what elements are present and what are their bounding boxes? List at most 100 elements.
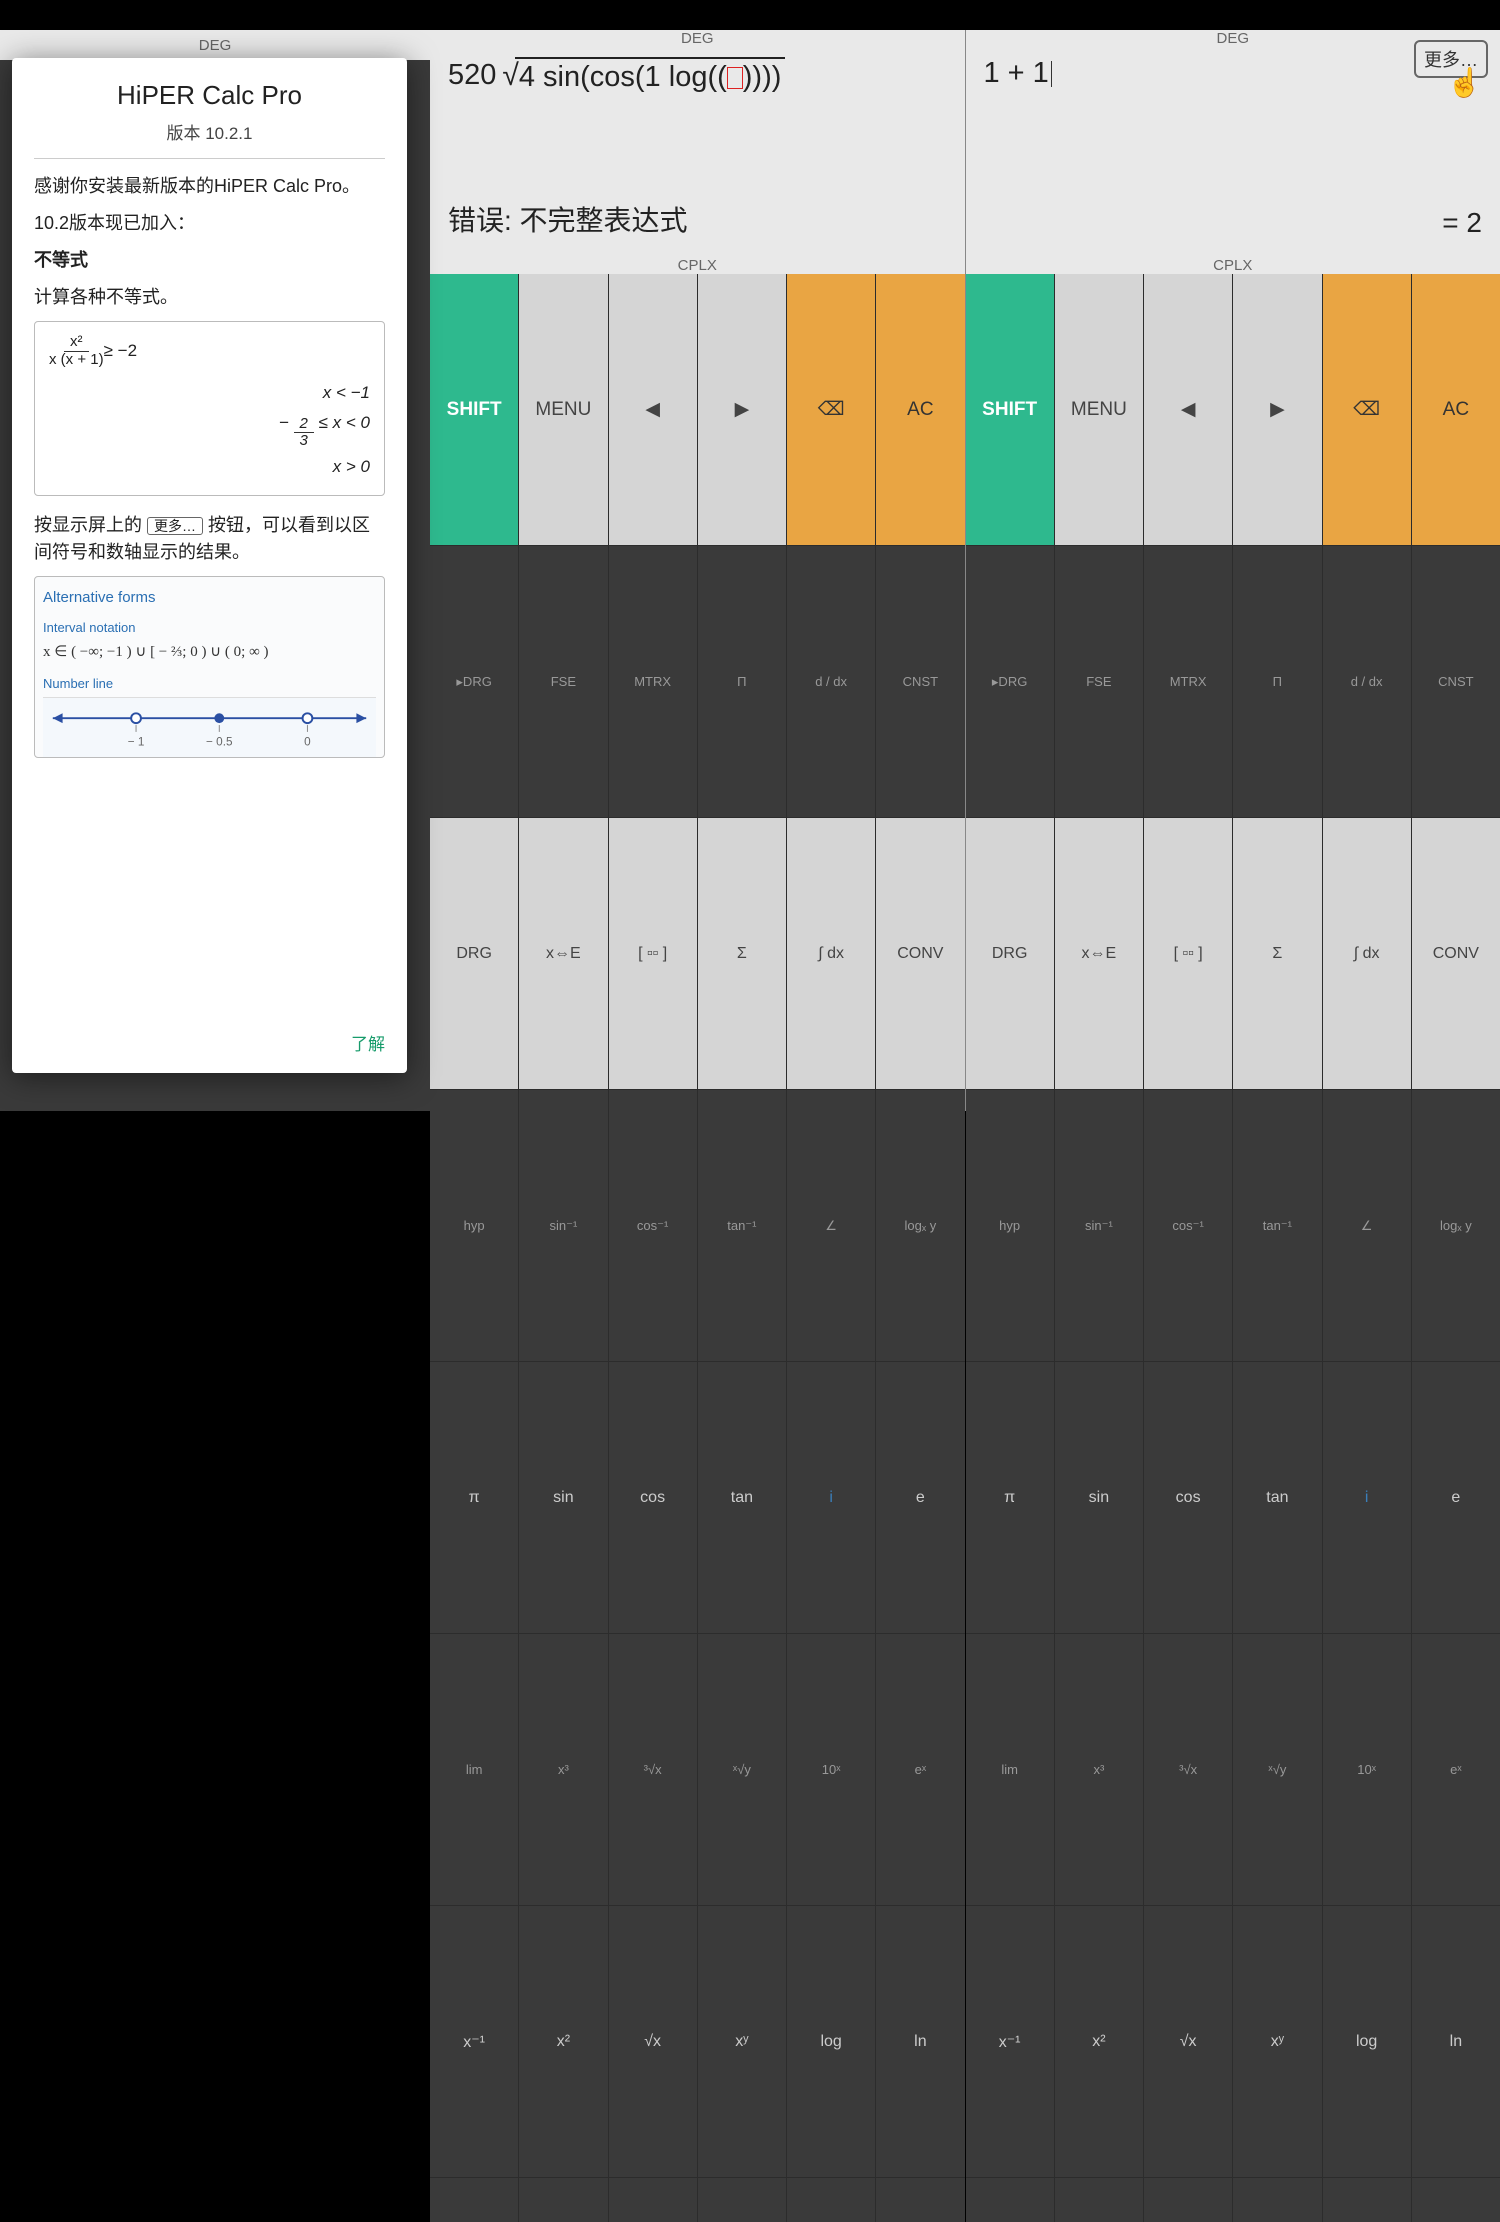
r2-btn-0[interactable]: DRG [966, 818, 1054, 1089]
display-a[interactable]: 520 √ 4 sin(cos(1 log(()))) [430, 47, 965, 167]
r2-btn-2[interactable]: [ ▫▫ ] [1144, 818, 1232, 1089]
dialog-ok-button[interactable]: 了解 [351, 1035, 385, 1054]
expr-prefix: 520 [448, 59, 496, 92]
r3-btn-0[interactable]: π [430, 1362, 518, 1633]
r3-hint-5: logₓ y [876, 1090, 964, 1361]
status-deg-left-bg: DEG [0, 30, 430, 60]
inequality-example: x² x (x + 1) ≥ −2 x < −1 − 23 ≤ x < 0 x … [34, 321, 385, 496]
r5-hint-2: Y [609, 2178, 697, 2222]
alt-sub2: Number line [43, 674, 376, 694]
r4-hint-2: ³√x [609, 1634, 697, 1905]
r3-btn-2[interactable]: cos [1144, 1362, 1232, 1633]
r3-hint-4: ∠ [787, 1090, 875, 1361]
r4-btn-0[interactable]: x⁻¹ [430, 1906, 518, 2177]
r4-btn-5[interactable]: ln [1412, 1906, 1500, 2177]
r5-hint-4: M+ [787, 2178, 875, 2222]
expression-a: 520 √ 4 sin(cos(1 log(()))) [448, 57, 947, 94]
r3-btn-3[interactable]: tan [1233, 1362, 1321, 1633]
cursor-left-button[interactable]: ◀ [1144, 274, 1232, 545]
r3-btn-1[interactable]: sin [1055, 1362, 1143, 1633]
r5-hint-0: STAT [966, 2178, 1054, 2222]
ac-button[interactable]: AC [1412, 274, 1500, 545]
cplx-b: CPLX [966, 257, 1500, 274]
cursor-right-button[interactable]: ▶ [1233, 274, 1321, 545]
delete-button[interactable]: ⌫ [1323, 274, 1411, 545]
r3-hint-4: ∠ [1323, 1090, 1411, 1361]
r3-btn-0[interactable]: π [966, 1362, 1054, 1633]
r3-btn-4[interactable]: i [1323, 1362, 1411, 1633]
result-value-b: = 2 [1442, 207, 1482, 239]
alt-forms-box: Alternative forms Interval notation x ∈ … [34, 576, 385, 758]
sqrt-b: )))) [743, 61, 782, 93]
r3-btn-4[interactable]: i [787, 1362, 875, 1633]
example-fraction: x² x (x + 1) [49, 334, 104, 368]
dialog-footer: 了解 [34, 1018, 385, 1055]
r4-btn-0[interactable]: x⁻¹ [966, 1906, 1054, 2177]
expr-b: 1 + 1 [984, 57, 1049, 90]
r4-btn-1[interactable]: x² [1055, 1906, 1143, 2177]
ac-button[interactable]: AC [876, 274, 964, 545]
r3-btn-5[interactable]: e [876, 1362, 964, 1633]
r4-hint-3: ˣ√y [698, 1634, 786, 1905]
dialog-version: 版本 10.2.1 [34, 119, 385, 144]
r2-btn-1[interactable]: x⇔E [519, 818, 607, 1089]
delete-button[interactable]: ⌫ [787, 274, 875, 545]
r5-hint-1: a b/c [519, 2178, 607, 2222]
r4-btn-2[interactable]: √x [609, 1906, 697, 2177]
r5-hint-2: Y [1144, 2178, 1232, 2222]
r2-btn-2[interactable]: [ ▫▫ ] [609, 818, 697, 1089]
caret [1051, 61, 1052, 87]
sqrt-a: 4 sin(cos(1 log(( [519, 61, 727, 93]
r4-btn-1[interactable]: x² [519, 1906, 607, 2177]
sqrt-expr: √ 4 sin(cos(1 log(()))) [502, 57, 785, 94]
hand-pointer-icon: ☝ [1447, 66, 1482, 99]
intro-text: 10.2版本现已加入： [34, 210, 385, 237]
r4-btn-3[interactable]: xʸ [698, 1906, 786, 2177]
cursor-right-button[interactable]: ▶ [698, 274, 786, 545]
result-a: 错误: 不完整表达式 [430, 167, 965, 257]
r3-btn-5[interactable]: e [1412, 1362, 1500, 1633]
r2-btn-0[interactable]: DRG [430, 818, 518, 1089]
r2-btn-5[interactable]: CONV [1412, 818, 1500, 1089]
status-deg-a: DEG [430, 30, 965, 47]
dialog-title: HiPER Calc Pro [34, 80, 385, 111]
alt-header: Alternative forms [43, 587, 376, 610]
r2-btn-4[interactable]: ∫ dx [1323, 818, 1411, 1089]
r5-hint-4: M+ [1323, 2178, 1411, 2222]
r2-hint-4: d / dx [1323, 546, 1411, 817]
svg-text:0: 0 [304, 736, 311, 749]
menu-button[interactable]: MENU [1055, 274, 1143, 545]
r3-btn-2[interactable]: cos [609, 1362, 697, 1633]
r4-btn-2[interactable]: √x [1144, 1906, 1232, 2177]
r4-btn-4[interactable]: log [787, 1906, 875, 2177]
number-line: − 1 − 0.5 0 [43, 697, 376, 757]
cursor-left-button[interactable]: ◀ [609, 274, 697, 545]
r4-btn-4[interactable]: log [1323, 1906, 1411, 2177]
r2-hint-3: Π [1233, 546, 1321, 817]
menu-button[interactable]: MENU [519, 274, 607, 545]
r2-hint-2: MTRX [609, 546, 697, 817]
shift-button[interactable]: SHIFT [966, 274, 1054, 545]
r3-btn-1[interactable]: sin [519, 1362, 607, 1633]
r2-btn-4[interactable]: ∫ dx [787, 818, 875, 1089]
thanks-text: 感谢你安装最新版本的HiPER Calc Pro。 [34, 173, 385, 200]
feature-title: 不等式 [34, 250, 88, 270]
r2-btn-1[interactable]: x⇔E [1055, 818, 1143, 1089]
r4-hint-5: eˣ [1412, 1634, 1500, 1905]
r2-btn-3[interactable]: Σ [698, 818, 786, 1089]
r3-hint-3: tan⁻¹ [1233, 1090, 1321, 1361]
r2-btn-3[interactable]: Σ [1233, 818, 1321, 1089]
calc-left: DEG 520 √ 4 sin(cos(1 log(()))) 错误: 不完整表… [430, 30, 966, 1111]
shift-button[interactable]: SHIFT [430, 274, 518, 545]
cursor-placeholder [727, 67, 743, 89]
r2-btn-5[interactable]: CONV [876, 818, 964, 1089]
r4-hint-5: eˣ [876, 1634, 964, 1905]
ex-l1: x < −1 [49, 380, 370, 406]
r4-hint-4: 10ˣ [1323, 1634, 1411, 1905]
r4-btn-3[interactable]: xʸ [1233, 1906, 1321, 2177]
r3-hint-0: hyp [966, 1090, 1054, 1361]
r3-btn-3[interactable]: tan [698, 1362, 786, 1633]
svg-text:− 1: − 1 [128, 736, 145, 749]
r4-btn-5[interactable]: ln [876, 1906, 964, 2177]
r3-hint-2: cos⁻¹ [609, 1090, 697, 1361]
